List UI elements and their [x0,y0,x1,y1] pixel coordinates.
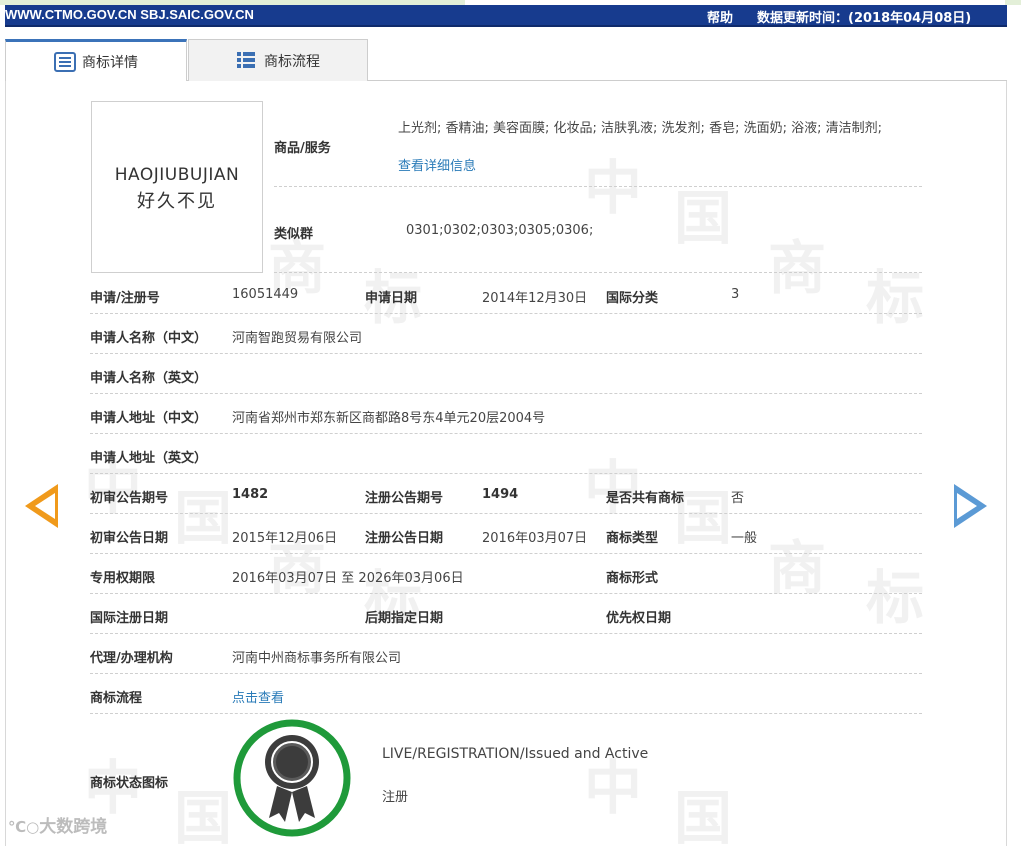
tab-trademark-details[interactable]: 商标详情 [5,39,187,82]
divider [90,673,922,674]
process-label: 商标流程 [90,691,143,706]
intl-class-value: 3 [731,287,740,302]
divider [90,553,922,554]
watermark: 商 [768,234,827,302]
watermark: 中 [584,154,643,222]
previous-arrow-icon[interactable] [25,484,58,528]
status-en: LIVE/REGISTRATION/Issued and Active [382,746,649,762]
reg-pub-no-label: 注册公告期号 [365,491,444,506]
exclusive-period-label: 专用权期限 [90,571,156,586]
tm-type-label: 商标类型 [606,531,659,546]
reg-pub-date-value: 2016年03月07日 [482,531,588,546]
goods-services-label: 商品/服务 [274,141,331,156]
similar-group-value: 0301;0302;0303;0305;0306; [406,223,594,238]
tm-form-label: 商标形式 [606,571,659,586]
site-domains[interactable]: WWW.CTMO.GOV.CN SBJ.SAIC.GOV.CN [5,7,254,22]
next-arrow-icon[interactable] [954,484,987,528]
applicant-cn-value: 河南智跑贸易有限公司 [232,331,363,346]
watermark: 国 [674,784,733,846]
site-header: WWW.CTMO.GOV.CN SBJ.SAIC.GOV.CN 帮助 数据更新时… [5,5,1007,27]
data-update-time: 数据更新时间：(2018年04月08日) [757,11,972,26]
divider [90,713,922,714]
prelim-no-label: 初审公告期号 [90,491,169,506]
watermark: 国 [674,184,733,252]
tab-label: 商标详情 [82,55,138,71]
divider [90,513,922,514]
reg-pub-date-label: 注册公告日期 [365,531,444,546]
address-cn-value: 河南省郑州市郑东新区商都路8号东4单元20层2004号 [232,411,546,426]
goods-services-value: 上光剂; 香精油; 美容面膜; 化妆品; 洁肤乳液; 洗发剂; 香皂; 洗面奶;… [398,121,882,136]
agent-value: 河南中州商标事务所有限公司 [232,651,402,666]
reg-no-label: 申请/注册号 [90,291,160,306]
trademark-text-en: HAOJIUBUJIAN [114,165,240,185]
divider [90,313,922,314]
shared-value: 否 [731,491,745,506]
tab-trademark-process[interactable]: 商标流程 [188,39,368,81]
prelim-no-value: 1482 [232,487,269,502]
watermark: 标 [866,264,925,332]
view-details-link[interactable]: 查看详细信息 [398,155,476,174]
similar-group-label: 类似群 [274,227,314,242]
address-cn-label: 申请人地址（中文） [90,411,208,426]
reg-no-value: 16051449 [232,287,299,302]
divider [90,633,922,634]
address-en-label: 申请人地址（英文） [90,451,208,466]
intl-reg-date-label: 国际注册日期 [90,611,169,626]
brand-watermark-text: 大数跨境 [39,817,108,837]
divider [274,186,922,187]
exclusive-period-value: 2016年03月07日 至 2026年03月06日 [232,571,464,586]
grid-list-icon [236,51,258,71]
prelim-date-value: 2015年12月06日 [232,531,338,546]
applicant-cn-label: 申请人名称（中文） [90,331,208,346]
later-date-label: 后期指定日期 [365,611,444,626]
registered-badge-icon [232,718,352,838]
status-cn: 注册 [382,790,409,805]
help-link[interactable]: 帮助 [707,7,733,26]
priority-date-label: 优先权日期 [606,611,672,626]
process-view-link[interactable]: 点击查看 [232,687,284,706]
applicant-en-label: 申请人名称（英文） [90,371,208,386]
prelim-date-label: 初审公告日期 [90,531,169,546]
divider [90,433,922,434]
trademark-image: HAOJIUBUJIAN 好久不见 [91,101,263,273]
tab-bar: 商标详情 商标流程 [5,39,1007,82]
watermark: 国 [174,784,233,846]
trademark-text-cn: 好久不见 [137,191,217,212]
shared-label: 是否共有商标 [606,491,685,506]
divider [90,593,922,594]
intl-class-label: 国际分类 [606,291,659,306]
agent-label: 代理/办理机构 [90,651,173,666]
divider [90,473,922,474]
apply-date-label: 申请日期 [365,291,418,306]
divider [274,272,922,273]
brand-watermark: ℃○大数跨境 [8,817,108,837]
status-icon-label: 商标状态图标 [90,776,169,791]
tab-label: 商标流程 [264,53,320,70]
divider [90,353,922,354]
apply-date-value: 2014年12月30日 [482,291,588,306]
tm-type-value: 一般 [731,531,758,546]
list-icon [54,52,76,72]
divider [90,393,922,394]
reg-pub-no-value: 1494 [482,487,519,502]
